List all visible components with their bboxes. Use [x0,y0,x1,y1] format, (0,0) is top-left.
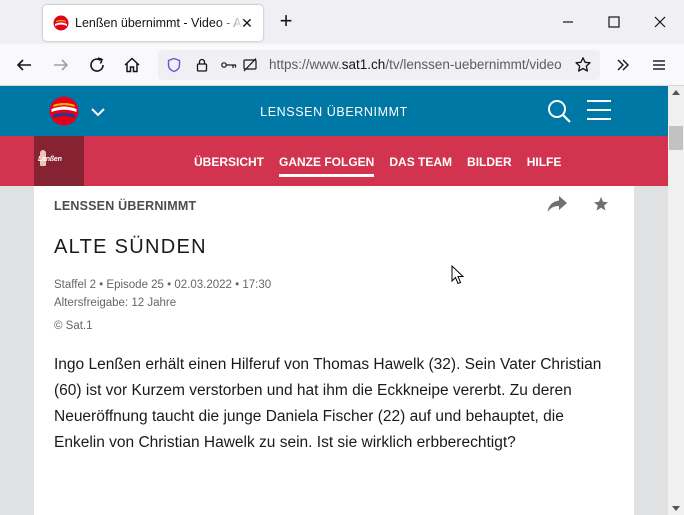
home-icon[interactable] [120,53,144,77]
tracking-shield-icon[interactable] [166,57,182,73]
site-header: LENSSEN ÜBERNIMMT [0,86,668,136]
url-host: sat1.ch [341,57,386,72]
site-menu-icon[interactable] [586,98,612,122]
search-icon[interactable] [546,98,572,124]
permissions-icon[interactable] [220,57,238,73]
hamburger-menu-icon[interactable] [647,53,671,77]
show-nav-das-team[interactable]: DAS TEAM [389,155,452,169]
lock-icon[interactable] [194,57,210,73]
url-prefix: https://www. [269,57,342,72]
window-maximize-icon[interactable] [602,10,626,34]
forward-arrow-icon[interactable] [49,53,73,77]
show-nav-bilder[interactable]: BILDER [467,155,512,169]
sat1-favicon-icon [53,15,69,31]
reload-icon[interactable] [85,53,109,77]
age-rating: Altersfreigabe: 12 Jahre [54,297,177,309]
page-viewport: LENSSEN ÜBERNIMMT Lenßen ÜBERSICHT GANZE … [0,86,668,515]
url-path: /tv/lenssen-uebernimmt/video [385,57,562,72]
tab-title: Lenßen übernimmt - Video - All [75,16,245,30]
url-bar[interactable]: https://www.sat1.ch/tv/lenssen-uebernimm… [158,50,600,80]
episode-description: Ingo Lenßen erhält einen Hilferuf von Th… [54,356,602,451]
bookmark-star-icon[interactable] [574,56,592,74]
show-navigation: Lenßen ÜBERSICHT GANZE FOLGEN DAS TEAM BILD… [0,136,668,186]
new-tab-button[interactable]: + [274,10,298,34]
share-icon[interactable] [546,194,568,214]
window-minimize-icon[interactable] [556,10,580,34]
url-text[interactable]: https://www.sat1.ch/tv/lenssen-uebernimm… [269,57,565,72]
autoplay-blocked-icon[interactable] [242,57,258,73]
show-nav-links: ÜBERSICHT GANZE FOLGEN DAS TEAM BILDER HILFE [194,155,576,177]
episode-title: ALTE SÜNDEN [54,236,207,258]
show-thumb-label: Lenßen [38,156,62,163]
episode-show-name[interactable]: LENSSEN ÜBERNIMMT [54,199,196,213]
browser-tab-active[interactable]: Lenßen übernimmt - Video - All ✕ [43,5,263,41]
episode-card: LENSSEN ÜBERNIMMT ALTE SÜNDEN Staffel 2 … [34,186,634,515]
favorite-star-icon[interactable] [593,196,609,212]
episode-meta: Staffel 2 • Episode 25 • 02.03.2022 • 17… [54,279,272,291]
back-arrow-icon[interactable] [12,53,36,77]
show-nav-übersicht[interactable]: ÜBERSICHT [194,155,264,169]
mouse-cursor-icon [451,265,465,285]
scrollbar-thumb[interactable] [669,126,683,150]
show-nav-hilfe[interactable]: HILFE [527,155,562,169]
show-logo-thumbnail[interactable]: Lenßen [34,136,84,186]
overflow-chevron-icon[interactable] [611,53,635,77]
scroll-up-arrow-icon[interactable] [672,90,680,95]
browser-titlebar: Lenßen übernimmt - Video - All ✕ + [0,0,684,44]
show-nav-ganze-folgen[interactable]: GANZE FOLGEN [279,155,375,177]
scroll-down-arrow-icon[interactable] [672,506,680,511]
copyright: © Sat.1 [54,320,93,332]
window-close-icon[interactable] [648,10,672,34]
page-scrollbar[interactable] [668,86,684,515]
tab-close-icon[interactable]: ✕ [239,15,255,31]
browser-navbar: https://www.sat1.ch/tv/lenssen-uebernimm… [0,44,684,86]
